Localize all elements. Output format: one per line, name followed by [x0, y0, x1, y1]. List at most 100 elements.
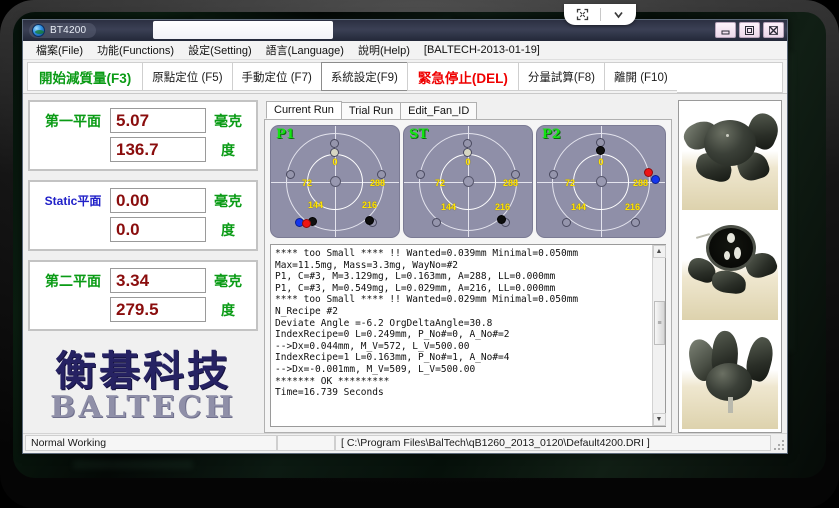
run-log-box[interactable]: **** too Small **** !! Wanted=0.039mm Mi…: [270, 244, 666, 427]
plane-2-angle-unit: 度: [206, 300, 250, 320]
gauge-st-tick-144: 144: [441, 202, 456, 212]
tab-strip[interactable]: Current Run Trial Run Edit_Fan_ID: [264, 100, 672, 119]
gauge-p1-hole-top-a: [330, 139, 339, 148]
gauge-st[interactable]: ST 0 72 288 144 216: [403, 125, 533, 238]
main-content: 第一平面 5.07 毫克 136.7 度 Static平面 0.00 毫克: [23, 94, 787, 433]
gauge-p1-hole-left: [286, 170, 295, 179]
gauge-st-marker-black: [497, 215, 506, 224]
plane-2-mass-unit: 毫克: [206, 271, 250, 291]
gauge-p1-hole-right: [377, 170, 386, 179]
minimize-button[interactable]: [715, 22, 736, 38]
run-panel: Current Run Trial Run Edit_Fan_ID: [264, 100, 672, 433]
gauge-p2-hub: [596, 176, 607, 187]
exit-button[interactable]: 離開 (F10): [604, 62, 678, 91]
gauge-p1-label: P1: [276, 127, 295, 142]
static-plane-mass-unit: 毫克: [206, 191, 250, 211]
tab-panel-current-run: P1 0 72 288 144 216: [264, 119, 672, 433]
gauge-p2-tick-288: 288: [633, 178, 648, 188]
plane-1-angle-row: 136.7 度: [36, 135, 250, 164]
globe-icon: [32, 24, 45, 37]
plane-1-mass-value[interactable]: 5.07: [110, 108, 206, 133]
gauge-p2-hole-left: [549, 170, 558, 179]
gauge-p1-tick-144: 144: [308, 200, 323, 210]
gauge-p2-label: P2: [542, 127, 561, 142]
gauge-p1-tick-216: 216: [362, 200, 377, 210]
scroll-down-icon[interactable]: ▼: [653, 413, 666, 426]
menu-version-label: [BALTECH-2013-01-19]: [417, 43, 547, 57]
tab-current-run[interactable]: Current Run: [266, 101, 342, 119]
emergency-stop-button[interactable]: 緊急停止(DEL): [407, 62, 519, 91]
manual-position-button[interactable]: 手動定位 (F7): [232, 62, 322, 91]
static-plane-label: Static平面: [36, 192, 110, 209]
menu-item-setting[interactable]: 設定(Setting): [181, 41, 259, 59]
plane-1-angle-value[interactable]: 136.7: [110, 137, 206, 162]
window-controls[interactable]: [715, 22, 784, 38]
window-title: BT4200: [50, 25, 86, 36]
gauge-st-hole-top-b: [463, 148, 472, 157]
gauge-st-tick-72: 72: [435, 178, 445, 188]
plane-1-group: 第一平面 5.07 毫克 136.7 度: [28, 100, 258, 171]
tab-trial-run[interactable]: Trial Run: [341, 102, 401, 119]
home-position-button[interactable]: 原點定位 (F5): [142, 62, 232, 91]
resize-grip-icon[interactable]: [771, 437, 785, 451]
titlebar-glass-panel: [153, 21, 333, 39]
close-button[interactable]: [763, 22, 784, 38]
company-logo: 衡碁科技 BALTECH: [28, 344, 258, 430]
toolbar[interactable]: 開始減質量(F3) 原點定位 (F5) 手動定位 (F7) 系統設定(F9) 緊…: [23, 60, 787, 94]
fan-photo-panel: [678, 100, 782, 433]
plane-2-mass-value[interactable]: 3.34: [110, 268, 206, 293]
static-plane-mass-value[interactable]: 0.00: [110, 188, 206, 213]
gauge-p1-tick-72: 72: [302, 178, 312, 188]
static-plane-angle-unit: 度: [206, 220, 250, 240]
start-mass-reduction-button[interactable]: 開始減質量(F3): [27, 62, 143, 91]
overlay-separator: [600, 8, 601, 21]
impeller-photo-side[interactable]: [682, 323, 778, 429]
toolbar-filler: [677, 62, 783, 93]
menu-item-language[interactable]: 語言(Language): [259, 41, 351, 59]
device-bezel: BT4200: [0, 0, 839, 508]
gauge-p1-tick-0: 0: [332, 157, 337, 167]
system-settings-button[interactable]: 系統設定(F9): [321, 62, 408, 91]
title-bar[interactable]: BT4200: [23, 20, 787, 41]
menu-item-help[interactable]: 說明(Help): [351, 41, 417, 59]
gauge-st-tick-288: 288: [503, 178, 518, 188]
gauge-st-hole-bottom-left: [432, 218, 441, 227]
plane-2-angle-row: 279.5 度: [36, 295, 250, 324]
run-log-text: **** too Small **** !! Wanted=0.039mm Mi…: [271, 245, 652, 426]
measurement-panel: 第一平面 5.07 毫克 136.7 度 Static平面 0.00 毫克: [28, 100, 258, 433]
status-bar: Normal Working [ C:\Program Files\BalTec…: [23, 433, 787, 453]
plane-2-angle-value[interactable]: 279.5: [110, 297, 206, 322]
split-calculation-button[interactable]: 分量試算(F8): [518, 62, 605, 91]
gauge-st-hole-right: [511, 170, 520, 179]
gauge-p2-hole-top-b: [596, 146, 605, 155]
plane-2-group: 第二平面 3.34 毫克 279.5 度: [28, 260, 258, 331]
impeller-photo-front[interactable]: [682, 213, 778, 319]
gauge-p2-tick-72: 72: [565, 178, 575, 188]
maximize-button[interactable]: [739, 22, 760, 38]
gauge-p1[interactable]: P1 0 72 288 144 216: [270, 125, 400, 238]
status-field-2: [277, 435, 335, 451]
window-title-chip: BT4200: [29, 23, 96, 38]
gauge-p1-tick-288: 288: [370, 178, 385, 188]
static-plane-mass-row: Static平面 0.00 毫克: [36, 186, 250, 215]
gauge-p1-hole-top-b: [330, 148, 339, 157]
menu-bar[interactable]: 檔案(File) 功能(Functions) 設定(Setting) 語言(La…: [23, 41, 787, 60]
gauge-p2-tick-144: 144: [571, 202, 586, 212]
tab-edit-fan-id[interactable]: Edit_Fan_ID: [400, 102, 477, 119]
gauge-row: P1 0 72 288 144 216: [270, 125, 666, 238]
scroll-up-icon[interactable]: ▲: [653, 245, 666, 258]
menu-item-file[interactable]: 檔案(File): [29, 41, 90, 59]
plane-2-mass-row: 第二平面 3.34 毫克: [36, 266, 250, 295]
chevron-down-icon[interactable]: [602, 5, 635, 25]
impeller-photo-top[interactable]: [682, 104, 778, 210]
gauge-p2[interactable]: P2 0 72 288 144 216: [536, 125, 666, 238]
fullscreen-icon[interactable]: [566, 5, 599, 25]
floating-overlay-widget[interactable]: [564, 4, 636, 25]
static-plane-angle-value[interactable]: 0.0: [110, 217, 206, 242]
run-log-scrollbar[interactable]: ▲ ≡ ▼: [652, 245, 665, 426]
menu-item-functions[interactable]: 功能(Functions): [90, 41, 181, 59]
plane-2-label: 第二平面: [36, 271, 110, 291]
gauge-st-tick-216: 216: [495, 202, 510, 212]
scroll-thumb[interactable]: ≡: [654, 301, 665, 345]
application-window: BT4200: [22, 19, 788, 454]
